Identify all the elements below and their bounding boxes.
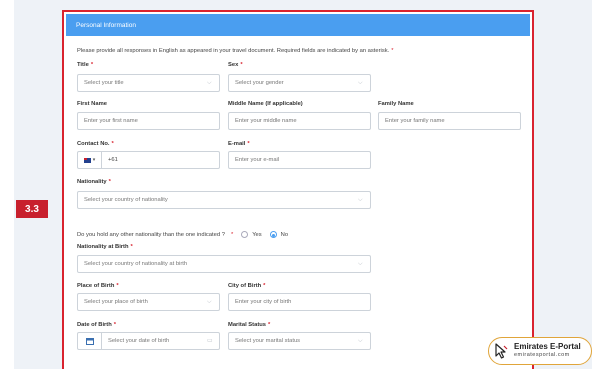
required-asterisk: * xyxy=(391,48,394,54)
place-of-birth-label: Place of Birth * xyxy=(77,283,119,289)
radio-no[interactable] xyxy=(269,231,277,238)
section-title: Personal Information xyxy=(76,21,136,29)
marital-status-label-text: Marital Status xyxy=(228,322,267,328)
intro-text: Please provide all responses in English … xyxy=(77,48,394,54)
sex-select[interactable]: Select your gender ⌵ xyxy=(228,74,371,92)
required-asterisk: * xyxy=(108,179,111,185)
other-nationality-question: Do you hold any other nationality than t… xyxy=(77,231,288,238)
nationality-at-birth-placeholder: Select your country of nationality at bi… xyxy=(84,261,188,267)
contact-number-input[interactable]: ▾ +61 xyxy=(77,151,220,169)
first-name-label: First Name xyxy=(77,101,107,107)
email-label-text: E-mail xyxy=(228,141,246,147)
family-name-input[interactable] xyxy=(378,112,521,130)
city-of-birth-input[interactable] xyxy=(228,293,371,311)
date-of-birth-label-text: Date of Birth xyxy=(77,322,112,328)
nationality-select-placeholder: Select your country of nationality xyxy=(84,197,168,203)
title-select[interactable]: Select your title ⌵ xyxy=(77,74,220,92)
family-name-label: Family Name xyxy=(378,101,414,107)
sex-label-text: Sex xyxy=(228,62,239,68)
date-of-birth-picker[interactable]: Select your date of birth ▭ xyxy=(77,332,220,350)
date-of-birth-label: Date of Birth * xyxy=(77,322,116,328)
calendar-button[interactable] xyxy=(78,333,102,349)
chevron-down-icon: ⌵ xyxy=(358,197,363,203)
date-of-birth-placeholder: Select your date of birth xyxy=(108,338,170,344)
nationality-at-birth-select[interactable]: Select your country of nationality at bi… xyxy=(77,255,371,273)
chevron-down-icon: ⌵ xyxy=(358,338,363,344)
country-code-dropdown[interactable]: ▾ xyxy=(78,152,102,168)
required-asterisk: * xyxy=(247,141,250,147)
chevron-down-icon: ⌵ xyxy=(358,261,363,267)
required-asterisk: * xyxy=(111,141,114,147)
watermark-subtitle: emiratesportal.com xyxy=(514,352,570,358)
required-asterisk: * xyxy=(90,62,94,68)
australia-flag-icon xyxy=(83,157,91,163)
personal-information-form: Personal Information Please provide all … xyxy=(62,10,534,369)
calendar-small-icon: ▭ xyxy=(207,338,213,344)
place-of-birth-select[interactable]: Select your place of birth ⌵ xyxy=(77,293,220,311)
required-asterisk: * xyxy=(130,244,133,250)
other-nationality-question-text: Do you hold any other nationality than t… xyxy=(77,231,225,238)
section-header: Personal Information xyxy=(66,14,530,36)
required-asterisk: * xyxy=(116,283,119,289)
required-asterisk: * xyxy=(113,322,117,328)
required-asterisk: * xyxy=(240,62,243,68)
intro-text-content: Please provide all responses in English … xyxy=(77,48,390,54)
marital-status-placeholder: Select your marital status xyxy=(235,338,301,344)
place-of-birth-label-text: Place of Birth xyxy=(77,283,115,289)
nationality-label: Nationality * xyxy=(77,179,111,185)
email-input[interactable] xyxy=(228,151,371,169)
cursor-logo-icon xyxy=(495,343,508,359)
marital-status-select[interactable]: Select your marital status ⌵ xyxy=(228,332,371,350)
title-select-placeholder: Select your title xyxy=(84,80,124,86)
marital-status-label: Marital Status * xyxy=(228,322,270,328)
required-asterisk: * xyxy=(263,283,266,289)
required-asterisk: * xyxy=(268,322,271,328)
first-name-input[interactable] xyxy=(77,112,220,130)
caret-down-icon: ▾ xyxy=(92,157,96,163)
calendar-icon xyxy=(85,338,94,345)
sex-select-placeholder: Select your gender xyxy=(235,80,284,86)
required-asterisk: * xyxy=(230,231,234,238)
contact-number-value: +61 xyxy=(108,157,118,163)
chevron-down-icon: ⌵ xyxy=(207,80,212,86)
contact-label-text: Contact No. xyxy=(77,141,110,147)
nationality-at-birth-label: Nationality at Birth * xyxy=(77,244,133,250)
chevron-down-icon: ⌵ xyxy=(207,299,212,305)
nationality-at-birth-label-text: Nationality at Birth xyxy=(77,244,129,250)
middle-name-input[interactable] xyxy=(228,112,371,130)
place-of-birth-placeholder: Select your place of birth xyxy=(84,299,148,305)
middle-name-label: Middle Name (If applicable) xyxy=(228,101,303,107)
city-of-birth-label-text: City of Birth xyxy=(228,283,262,289)
radio-yes-label[interactable]: Yes xyxy=(252,232,261,238)
sex-label: Sex * xyxy=(228,62,243,68)
nationality-label-text: Nationality xyxy=(77,179,107,185)
radio-yes[interactable] xyxy=(241,231,249,238)
nationality-select[interactable]: Select your country of nationality ⌵ xyxy=(77,191,371,209)
email-label: E-mail * xyxy=(228,141,250,147)
contact-label: Contact No. * xyxy=(77,141,114,147)
watermark-title: Emirates E-Portal xyxy=(514,342,581,351)
emirates-eportal-watermark: Emirates E-Portal emiratesportal.com xyxy=(488,337,592,365)
step-badge: 3.3 xyxy=(16,200,48,218)
city-of-birth-label: City of Birth * xyxy=(228,283,265,289)
title-label-text: Title xyxy=(77,62,89,68)
radio-no-label[interactable]: No xyxy=(281,232,288,238)
chevron-down-icon: ⌵ xyxy=(358,80,363,86)
title-label: Title * xyxy=(77,62,93,68)
